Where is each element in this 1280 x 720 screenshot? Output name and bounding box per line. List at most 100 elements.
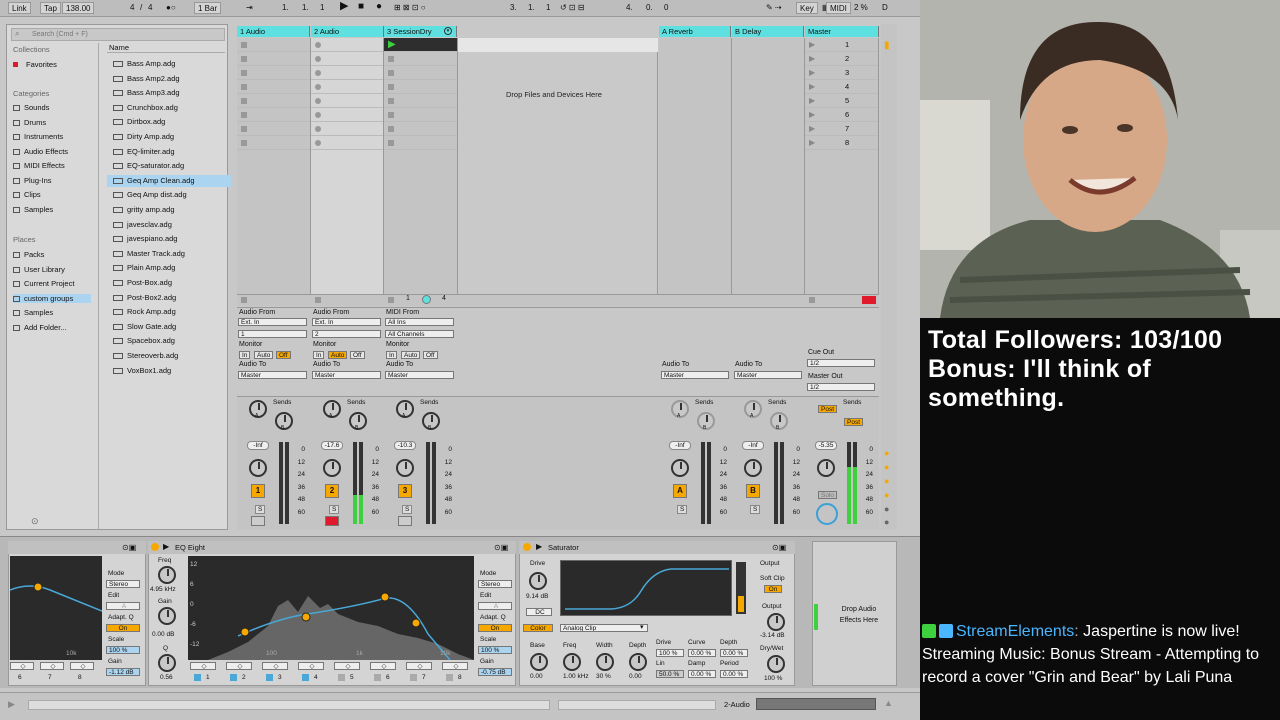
sat-drive-knob[interactable]: [529, 572, 547, 590]
song-position-sixteenth[interactable]: 1: [320, 2, 324, 14]
preview-icon[interactable]: ⊙: [31, 516, 39, 527]
tap-button[interactable]: Tap: [40, 2, 61, 14]
eq-filter-type-select[interactable]: ◇: [442, 662, 468, 670]
clip-slot[interactable]: [237, 66, 310, 80]
track-header-3[interactable]: 3 SessionDry ▾: [384, 26, 457, 37]
sidebar-item-category[interactable]: Clips: [13, 190, 41, 199]
eq-left-scale-field[interactable]: 100 %: [106, 646, 140, 654]
eq-band-4-point[interactable]: [411, 618, 421, 628]
clip-slot[interactable]: [311, 80, 383, 94]
clip-record-button-icon[interactable]: [315, 56, 321, 62]
eq-freq-value[interactable]: 4.95 kHz: [150, 586, 176, 593]
sat-ws-knob[interactable]: [596, 653, 614, 671]
eq-band-2-point[interactable]: [301, 612, 311, 622]
monitor-in-button[interactable]: In: [239, 351, 251, 359]
return-b-output-select[interactable]: Master: [734, 371, 802, 379]
status-left-icon[interactable]: ▶: [8, 699, 15, 710]
track-input-channel-select[interactable]: 2: [312, 330, 381, 338]
sat-ws-knob[interactable]: [563, 653, 581, 671]
signature-numerator[interactable]: 4: [130, 2, 134, 14]
track-output-select[interactable]: Master: [312, 371, 381, 379]
sidebar-item-place[interactable]: Add Folder...: [13, 323, 67, 332]
eq-eight-hotswap-icon[interactable]: ⊙▣: [494, 543, 508, 552]
scene-row[interactable]: ▶ 6: [805, 108, 878, 122]
loop-switch-icon[interactable]: ↺ ⊡ ⊟: [560, 2, 585, 14]
song-position-beat[interactable]: 1.: [302, 2, 309, 14]
clip-record-button-icon[interactable]: [241, 42, 247, 48]
pencil-icon[interactable]: ✎ ⇢: [766, 2, 782, 14]
scene-row[interactable]: ▶ 7: [805, 122, 878, 136]
loop-length-bar[interactable]: 4.: [626, 2, 633, 14]
sat-drive-value[interactable]: 9.14 dB: [526, 593, 548, 600]
clip-slot[interactable]: [311, 94, 383, 108]
file-list-item[interactable]: Geq Amp Clean.adg: [107, 174, 231, 187]
eq-left-filter-type-select[interactable]: ◇: [40, 662, 64, 670]
clip-slot[interactable]: [384, 108, 457, 122]
file-list-item[interactable]: EQ-limiter.adg: [107, 146, 231, 158]
saturator-hotswap-icon[interactable]: ⊙▣: [772, 543, 786, 552]
signature-denominator[interactable]: 4: [148, 2, 152, 14]
arm-button[interactable]: [251, 516, 265, 526]
drop-area[interactable]: Drop Files and Devices Here: [458, 38, 658, 294]
scene-launch-icon[interactable]: ▶: [809, 96, 815, 105]
file-list-item[interactable]: javesclav.adg: [107, 219, 231, 231]
file-list-item[interactable]: Post-Box2.adg: [107, 292, 231, 304]
scene-row[interactable]: ▶ 1: [805, 38, 878, 52]
file-list-item[interactable]: Stereoverb.adg: [107, 350, 231, 362]
eq-left-edit-select[interactable]: A: [106, 602, 140, 610]
eq-left-filter-type-select[interactable]: ◇: [70, 662, 94, 670]
loop-length-beat[interactable]: 0.: [646, 2, 653, 14]
sat-ws-knob-value[interactable]: 0.00: [530, 673, 543, 680]
solo-button[interactable]: S: [750, 505, 761, 514]
eq-scale-field[interactable]: 100 %: [478, 646, 512, 654]
sidebar-item-category[interactable]: Samples: [13, 205, 53, 214]
record-icon[interactable]: ●: [376, 1, 382, 13]
clip-slot[interactable]: [384, 94, 457, 108]
sidebar-item-category[interactable]: Drums: [13, 118, 46, 127]
track-header-1[interactable]: 1 Audio: [237, 26, 310, 37]
sidebar-item-favorites[interactable]: Favorites: [13, 60, 57, 69]
midi-map-button[interactable]: MIDI: [826, 2, 851, 14]
track-activator-button[interactable]: 1: [251, 484, 265, 498]
track-pan-knob[interactable]: [396, 459, 414, 477]
solo-button[interactable]: S: [402, 505, 413, 514]
sidebar-item-category[interactable]: MIDI Effects: [13, 161, 65, 170]
monitor-off-button[interactable]: Off: [350, 351, 365, 359]
sat-drywet-value[interactable]: 100 %: [764, 675, 782, 682]
master-header[interactable]: Master: [805, 26, 879, 37]
eq-freq-knob[interactable]: [158, 566, 176, 584]
solo-button[interactable]: S: [255, 505, 266, 514]
eq-q-value[interactable]: 0.56: [160, 674, 173, 681]
monitor-auto-button[interactable]: Auto: [254, 351, 274, 359]
sidebar-item-category[interactable]: Sounds: [13, 103, 49, 112]
overview-icon[interactable]: ▮: [884, 40, 890, 51]
play-icon[interactable]: ▶: [340, 0, 348, 12]
master-cue-volume-knob[interactable]: [816, 503, 838, 525]
track-input-select[interactable]: All Ins: [385, 318, 454, 326]
solo-button[interactable]: S: [329, 505, 340, 514]
track-pan-knob[interactable]: [323, 459, 341, 477]
scene-row[interactable]: ▶ 4: [805, 80, 878, 94]
scene-launch-icon[interactable]: ▶: [809, 138, 815, 147]
clip-slot[interactable]: [311, 66, 383, 80]
returns-toggle-icon[interactable]: ●: [884, 476, 889, 486]
status-right-icon[interactable]: ▲: [884, 698, 893, 708]
eq-band-activator-icon[interactable]: [338, 674, 345, 681]
scene-launch-icon[interactable]: ▶: [809, 124, 815, 133]
scene-launch-icon[interactable]: ▶: [809, 40, 815, 49]
file-list-item[interactable]: Slow Gate.adg: [107, 321, 231, 333]
clip-record-button-icon[interactable]: [241, 98, 247, 104]
track-output-select[interactable]: Master: [238, 371, 307, 379]
return-header-a[interactable]: A Reverb: [659, 26, 731, 37]
clip-slot[interactable]: [384, 66, 457, 80]
solo-button[interactable]: S: [677, 505, 688, 514]
sat-ws-period-field[interactable]: 0.00 %: [720, 670, 748, 678]
stop-all-icon[interactable]: [809, 297, 815, 303]
file-list-item[interactable]: Bass Amp.adg: [107, 58, 231, 70]
track-volume-field[interactable]: -17.6: [321, 441, 343, 450]
master-out-select[interactable]: 1/2: [807, 383, 875, 391]
track-input-select[interactable]: Ext. In: [238, 318, 307, 326]
eq-filter-type-select[interactable]: ◇: [190, 662, 216, 670]
scene-row[interactable]: ▶ 8: [805, 136, 878, 150]
sat-mode-select[interactable]: Analog Clip: [560, 624, 648, 632]
